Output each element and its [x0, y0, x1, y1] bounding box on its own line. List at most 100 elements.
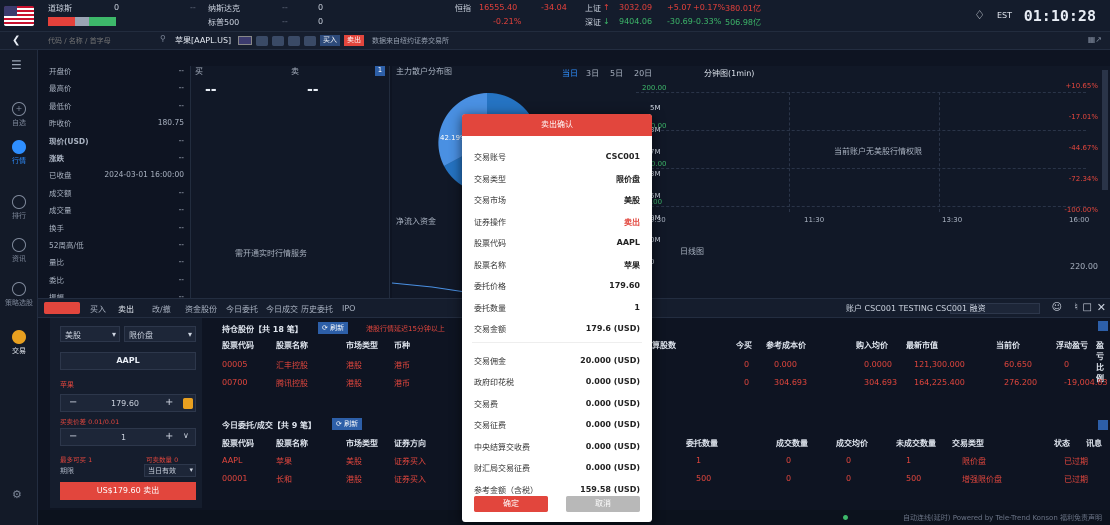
chart-tab[interactable]: 当日 — [562, 68, 578, 79]
settings-gear-icon[interactable]: ⚙ — [12, 488, 22, 501]
expand-icon[interactable] — [1098, 321, 1108, 331]
index-dow[interactable]: 道琼斯 0 — [48, 0, 148, 32]
trade-tab[interactable]: 今日委托 — [226, 304, 258, 315]
x-axis-label: 11:30 — [804, 216, 825, 224]
trade-tab[interactable]: IPO — [342, 304, 355, 313]
daily-chart-label: 日线图 — [680, 247, 704, 256]
index-sh-sz[interactable]: 上证 ↑ 3032.09 +5.07 +0.17% 380.01亿 深证 ↓ 9… — [585, 0, 825, 32]
quote-label: 最高价 — [49, 84, 72, 94]
dialog-field-value: 0.000 (USD) — [585, 420, 640, 429]
layout-icon[interactable]: ▦↗ — [1088, 35, 1102, 44]
chart-scrollbar[interactable] — [1102, 70, 1108, 190]
sidebar-item-market[interactable]: 行情 — [0, 140, 38, 166]
order-type-select[interactable]: 限价盘 ▾ — [124, 326, 196, 342]
dialog-field-value: 限价盘 — [616, 174, 640, 184]
plus-icon[interactable]: + — [165, 397, 173, 408]
chevron-down-icon[interactable]: ∨ — [183, 431, 189, 440]
sell-submit-button[interactable]: US$179.60 卖出 — [60, 482, 196, 500]
search-icon[interactable]: ⚲ — [160, 34, 166, 43]
trade-tab[interactable]: 改/撤 — [152, 304, 171, 315]
chart-icon[interactable] — [256, 36, 268, 46]
table-cell: 00700 — [222, 378, 248, 387]
dialog-field-value: 0.000 (USD) — [585, 398, 640, 408]
sidebar-item-ranking[interactable]: 排行 — [0, 195, 38, 221]
table-header: 证券方向 — [394, 439, 426, 448]
cancel-button[interactable]: 取消 — [566, 496, 640, 512]
dialog-field-label: 交易金额 — [474, 325, 506, 334]
quote-value: -- — [178, 187, 184, 197]
y-axis-left-label: 200.00 — [642, 84, 667, 92]
quote-row: 开盘价 -- — [49, 66, 184, 80]
index-hsi[interactable]: 恒指 16555.40 -34.04 -0.21% — [455, 0, 567, 32]
period-select[interactable]: 当日有效 ▾ — [144, 464, 196, 477]
table-header: 委托数量 — [686, 439, 718, 448]
price-stepper[interactable]: − 179.60 + — [60, 394, 196, 412]
trade-tab[interactable]: 资金股份 — [185, 304, 217, 315]
bell-icon[interactable]: ♢ — [974, 8, 985, 22]
plus-icon[interactable]: + — [165, 431, 173, 442]
close-icon[interactable]: ✕ — [1097, 301, 1106, 314]
menu-icon[interactable]: ☰ — [11, 58, 22, 72]
dialog-field-value: 0.000 (USD) — [585, 377, 640, 386]
chart-tab[interactable]: 5日 — [610, 68, 623, 79]
quick-buy-button[interactable]: 买入 — [320, 35, 340, 46]
lock-icon[interactable]: ♮ — [1074, 302, 1078, 313]
table-cell: 限价盘 — [962, 457, 986, 466]
sidebar-item-news[interactable]: 资讯 — [0, 238, 38, 264]
collapse-icon[interactable]: 1 — [375, 66, 385, 76]
table-cell: 304.693 — [864, 378, 898, 387]
quote-panel: 开盘价 -- 最高价 -- 最低价 -- 昨收价 180.75 现价(USD) -- 涨跌 -- 已收盘… — [49, 66, 184, 316]
table-header: 成交均价 — [836, 439, 868, 448]
table-header: 交易类型 — [952, 439, 984, 448]
news-icon[interactable] — [272, 36, 284, 46]
orders-refresh-button[interactable]: ⟳ 刷新 — [332, 418, 363, 430]
sidebar-item-trade[interactable]: 交易 — [0, 330, 38, 356]
table-header: 讯息 — [1086, 439, 1102, 448]
table-cell: 港币 — [394, 379, 410, 388]
sidebar-item-watchlist[interactable]: + 自选 — [0, 102, 38, 128]
y-axis-right-label: +10.65% — [1065, 82, 1098, 90]
expand-icon[interactable] — [1098, 420, 1108, 430]
window-icon[interactable]: □ — [1083, 302, 1092, 313]
clock: 01:10:28 — [1023, 7, 1096, 25]
user-icon[interactable]: ☺ — [1052, 302, 1062, 313]
trade-tab[interactable]: 买入 — [90, 304, 106, 315]
quote-row: 现价(USD) -- — [49, 136, 184, 150]
chart-tab[interactable]: 20日 — [634, 68, 652, 79]
quote-row: 委比 -- — [49, 275, 184, 289]
ask-price: -- — [307, 82, 319, 98]
chart-tab[interactable]: 3日 — [586, 68, 599, 79]
trade-tab[interactable]: 历史委托 — [301, 304, 333, 315]
table-cell: 增强限价盘 — [962, 475, 1002, 484]
table-cell: 0 — [1064, 360, 1070, 369]
back-arrow-icon[interactable]: ❮ — [12, 35, 20, 46]
lock-icon[interactable] — [183, 398, 193, 409]
minus-icon[interactable]: − — [69, 397, 77, 408]
y-axis-right-label: -72.34% — [1068, 175, 1098, 183]
trade-tab[interactable]: 卖出 — [118, 304, 134, 315]
quantity-stepper[interactable]: − 1 + ∨ — [60, 428, 196, 446]
info-icon[interactable] — [288, 36, 300, 46]
profile-icon[interactable] — [304, 36, 316, 46]
quote-row: 52周高/低 -- — [49, 240, 184, 254]
market-select[interactable]: 美股 ▾ — [60, 326, 120, 342]
confirm-button[interactable]: 确定 — [474, 496, 548, 512]
quote-value: -- — [178, 100, 184, 110]
dialog-field-label: 交易费 — [474, 399, 498, 409]
divider — [472, 342, 642, 343]
stock-code-input[interactable]: AAPL — [60, 352, 196, 370]
sidebar-item-screener[interactable]: 策略选股 — [0, 282, 38, 308]
us-flag-icon[interactable] — [4, 6, 34, 26]
holdings-refresh-button[interactable]: ⟳ 刷新 — [318, 322, 349, 334]
dialog-field-value: AAPL — [616, 238, 640, 247]
table-cell: 121,300.000 — [914, 360, 965, 369]
table-header: 状态 — [1054, 439, 1070, 448]
quick-sell-button[interactable]: 卖出 — [344, 35, 364, 46]
index-nasdaq-sp[interactable]: -- 纳斯达克 标普500 -- -- 0 0 — [190, 0, 323, 32]
quote-label: 已收盘 — [49, 171, 72, 181]
quote-value: 2024-03-01 16:00:00 — [104, 170, 184, 180]
trade-tab[interactable]: 今日成交 — [266, 304, 298, 315]
minus-icon[interactable]: − — [69, 431, 77, 442]
dialog-field-label: 交易征费 — [474, 421, 506, 430]
symbol-search-input[interactable] — [48, 34, 158, 47]
